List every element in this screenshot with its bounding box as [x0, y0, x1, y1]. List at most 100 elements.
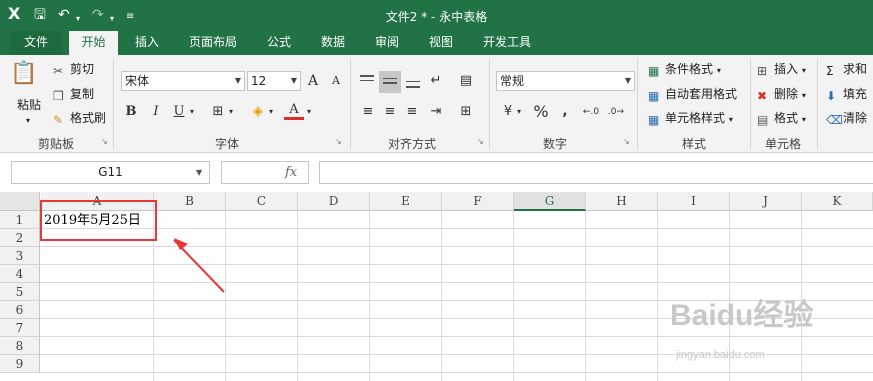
annotation-arrow-icon: [173, 238, 225, 293]
grow-font-button[interactable]: A: [303, 71, 323, 91]
fill-dropdown-icon[interactable]: ▾: [266, 102, 276, 122]
bold-button[interactable]: B: [121, 102, 141, 122]
cell-style-button[interactable]: ▦ 单元格样式 ▾: [648, 110, 733, 128]
font-size-combo[interactable]: 12 ▼: [247, 71, 301, 91]
delete-cells-button[interactable]: ✖ 删除 ▾: [757, 86, 806, 104]
tab-developer[interactable]: 开发工具: [474, 31, 540, 55]
line-icon: [406, 86, 420, 88]
format-painter-button[interactable]: ✎ 格式刷: [53, 110, 107, 127]
column-header-f[interactable]: F: [442, 192, 514, 211]
font-name-combo[interactable]: 宋体 ▼: [121, 71, 245, 91]
paste-icon[interactable]: 📋: [10, 61, 37, 87]
row-header-8[interactable]: 8: [0, 337, 40, 355]
row-header-4[interactable]: 4: [0, 265, 40, 283]
chevron-down-icon: ▾: [716, 66, 721, 75]
format-cells-button[interactable]: ▤ 格式 ▾: [757, 110, 806, 128]
underline-dropdown-icon[interactable]: ▾: [187, 102, 197, 122]
column-header-e[interactable]: E: [370, 192, 442, 211]
tab-formulas[interactable]: 公式: [256, 31, 302, 55]
font-name-value: 宋体: [125, 74, 150, 88]
increase-decimal-icon[interactable]: ←.0: [581, 102, 601, 122]
conditional-format-button[interactable]: ▦ 条件格式 ▾: [648, 61, 721, 79]
border-dropdown-icon[interactable]: ▾: [226, 102, 236, 122]
font-color-button[interactable]: A: [284, 102, 304, 120]
ribbon-tabs: 文件 开始 插入 页面布局 公式 数据 审阅 视图 开发工具: [0, 31, 873, 56]
column-header-d[interactable]: D: [298, 192, 370, 211]
tab-review[interactable]: 审阅: [364, 31, 410, 55]
column-header-c[interactable]: C: [226, 192, 298, 211]
indent-icon[interactable]: ⇥: [426, 102, 446, 122]
align-right-icon[interactable]: ≡: [402, 102, 422, 122]
align-middle-button[interactable]: [379, 71, 401, 93]
tab-view[interactable]: 视图: [418, 31, 464, 55]
orientation-icon[interactable]: ▤: [456, 71, 476, 91]
row-header-5[interactable]: 5: [0, 283, 40, 301]
column-header-i[interactable]: I: [658, 192, 730, 211]
alignment-launcher-icon[interactable]: ↘: [477, 137, 484, 146]
row-header-1[interactable]: 1: [0, 211, 40, 229]
gridline: [585, 211, 586, 381]
percent-button[interactable]: %: [531, 102, 551, 122]
column-header-h[interactable]: H: [586, 192, 658, 211]
font-launcher-icon[interactable]: ↘: [335, 137, 342, 146]
comma-button[interactable]: ,: [555, 102, 575, 122]
sum-label: 求和: [843, 62, 868, 76]
copy-button[interactable]: ❐ 复制: [53, 86, 94, 103]
gridline: [657, 211, 658, 381]
autosum-button[interactable]: Σ 求和: [826, 61, 868, 78]
row-header-7[interactable]: 7: [0, 319, 40, 337]
column-header-j[interactable]: J: [730, 192, 802, 211]
align-left-icon[interactable]: ≡: [358, 102, 378, 122]
fill-button[interactable]: ⬇ 填充: [826, 86, 868, 103]
tab-data[interactable]: 数据: [310, 31, 356, 55]
cut-button[interactable]: ✂ 剪切: [53, 61, 94, 78]
row-header-9[interactable]: 9: [0, 355, 40, 373]
row-header-3[interactable]: 3: [0, 247, 40, 265]
autoformat-button[interactable]: ▦ 自动套用格式: [648, 86, 737, 103]
tab-page-layout[interactable]: 页面布局: [180, 31, 246, 55]
tab-insert[interactable]: 插入: [122, 31, 172, 55]
row-header-6[interactable]: 6: [0, 301, 40, 319]
column-header-g[interactable]: G: [514, 192, 586, 211]
chevron-down-icon: ▾: [801, 115, 806, 124]
name-box[interactable]: G11: [11, 161, 210, 184]
align-bottom-button[interactable]: [404, 73, 422, 89]
shrink-font-button[interactable]: A: [326, 71, 346, 91]
tab-home[interactable]: 开始: [69, 31, 118, 56]
align-center-icon[interactable]: ≡: [380, 102, 400, 122]
fill-color-icon[interactable]: ◈: [248, 102, 268, 122]
border-icon[interactable]: ⊞: [208, 102, 228, 122]
gridline: [441, 211, 442, 381]
select-all-corner[interactable]: [0, 192, 40, 211]
line-icon: [406, 81, 420, 82]
tab-file[interactable]: 文件: [10, 31, 62, 55]
paste-dropdown-icon[interactable]: ▾: [26, 113, 30, 129]
align-top-button[interactable]: [358, 73, 376, 89]
formula-input[interactable]: [319, 161, 873, 184]
chevron-down-icon[interactable]: ▼: [196, 161, 202, 184]
font-color-dropdown-icon[interactable]: ▾: [304, 102, 314, 122]
row-header-2[interactable]: 2: [0, 229, 40, 247]
font-size-value: 12: [251, 74, 267, 88]
column-header-k[interactable]: K: [802, 192, 873, 211]
column-header-b[interactable]: B: [154, 192, 226, 211]
gridline: [513, 211, 514, 381]
decrease-decimal-icon[interactable]: .0→: [606, 102, 626, 122]
fill-label: 填充: [843, 87, 868, 101]
merge-cells-icon[interactable]: ⊞: [456, 102, 476, 122]
clipboard-launcher-icon[interactable]: ↘: [101, 137, 108, 146]
number-format-combo[interactable]: 常规 ▼: [496, 71, 635, 91]
italic-button[interactable]: I: [146, 102, 166, 122]
currency-dropdown-icon[interactable]: ▾: [514, 102, 524, 122]
watermark-logo: Baidu经验: [670, 299, 814, 332]
underline-button[interactable]: U: [169, 102, 189, 122]
format-painter-label: 格式刷: [70, 111, 107, 125]
wrap-text-icon[interactable]: ↵: [426, 71, 446, 91]
chevron-down-icon: ▾: [801, 66, 806, 75]
insert-cells-button[interactable]: ⊞ 插入 ▾: [757, 61, 806, 79]
number-group-label: 数字: [542, 137, 567, 151]
clear-button[interactable]: ⌫清除: [826, 110, 867, 127]
number-launcher-icon[interactable]: ↘: [623, 137, 630, 146]
insert-function-icon[interactable]: fx: [285, 161, 297, 184]
paste-button[interactable]: 粘贴: [17, 97, 41, 113]
